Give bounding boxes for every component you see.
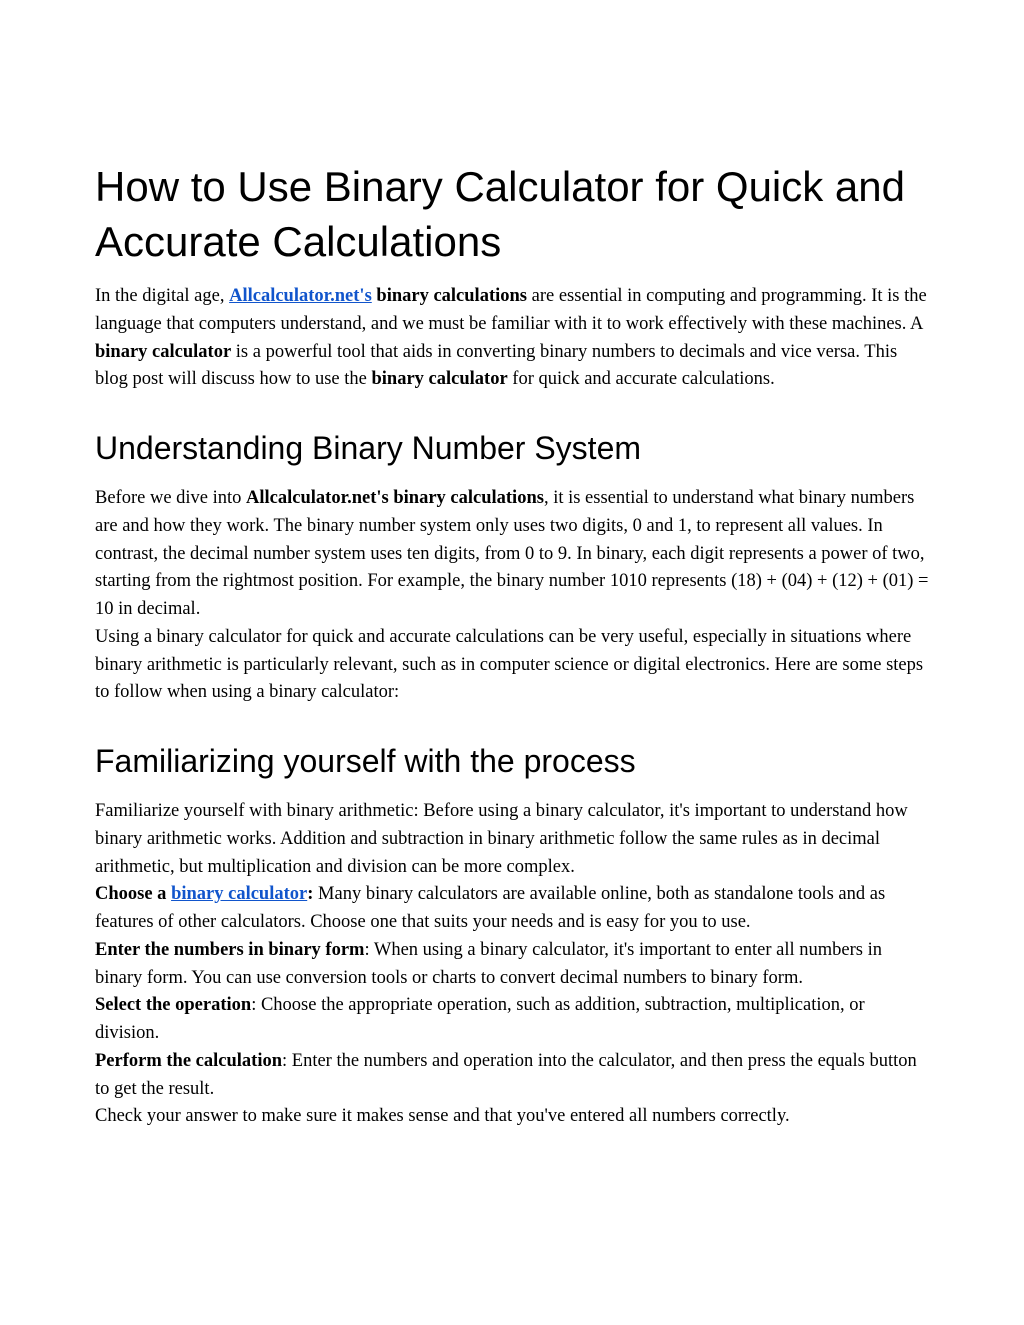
section2-paragraph4: Select the operation: Choose the appropr… <box>95 992 929 1048</box>
section-heading-1: Understanding Binary Number System <box>95 430 929 467</box>
body-text: Before we dive into <box>95 488 246 508</box>
intro-paragraph: In the digital age, Allcalculator.net's … <box>95 283 929 394</box>
section1-paragraph2: Using a binary calculator for quick and … <box>95 624 929 707</box>
section2-paragraph5: Perform the calculation: Enter the numbe… <box>95 1048 929 1104</box>
binary-calculator-link[interactable]: binary calculator <box>171 884 307 904</box>
section2-paragraph3: Enter the numbers in binary form: When u… <box>95 937 929 993</box>
bold-text: binary calculations <box>372 286 527 306</box>
bold-text: Choose a <box>95 884 171 904</box>
link-text: binary calculator <box>171 884 307 904</box>
intro-text: In the digital age, <box>95 286 229 306</box>
bold-text: Perform the calculation <box>95 1051 282 1071</box>
link-text: Allcalculator.net's <box>229 286 372 306</box>
section2-paragraph6: Check your answer to make sure it makes … <box>95 1103 929 1131</box>
bold-text: Allcalculator.net's binary calculations <box>246 488 544 508</box>
section1-paragraph1: Before we dive into Allcalculator.net's … <box>95 485 929 624</box>
intro-text: for quick and accurate calculations. <box>508 369 775 389</box>
bold-text: Enter the numbers in binary form <box>95 940 364 960</box>
section2-paragraph2: Choose a binary calculator: Many binary … <box>95 881 929 937</box>
allcalculator-link[interactable]: Allcalculator.net's <box>229 286 372 306</box>
bold-text: binary calculator <box>371 369 507 389</box>
bold-text: Select the operation <box>95 995 251 1015</box>
page-title: How to Use Binary Calculator for Quick a… <box>95 160 929 269</box>
section-heading-2: Familiarizing yourself with the process <box>95 743 929 780</box>
section2-paragraph1: Familiarize yourself with binary arithme… <box>95 798 929 881</box>
bold-text: binary calculator <box>95 342 231 362</box>
